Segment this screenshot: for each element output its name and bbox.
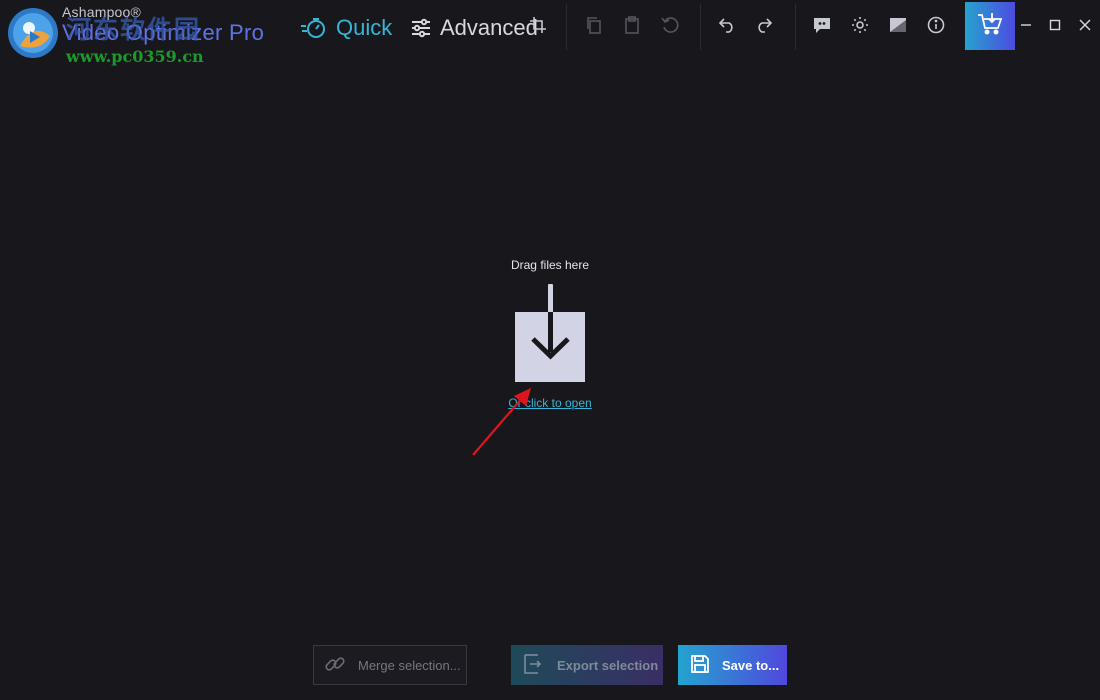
link-icon (324, 653, 346, 678)
toolbar-divider (795, 4, 796, 50)
sliders-icon (410, 18, 432, 38)
stopwatch-icon (300, 16, 328, 40)
export-icon (523, 653, 543, 677)
feedback-icon[interactable] (810, 12, 834, 38)
title-bar: Ashampoo® Video Optimizer Pro 河东软件园 www.… (0, 0, 1100, 66)
settings-icon[interactable] (848, 12, 872, 38)
watermark-text: 河东软件园 (66, 15, 202, 44)
save-to-button[interactable]: Save to... (678, 645, 787, 685)
minimize-icon[interactable] (1014, 12, 1038, 38)
crop-icon[interactable] (526, 12, 550, 38)
close-icon[interactable] (1073, 12, 1097, 38)
save-to-label: Save to... (722, 657, 780, 673)
advanced-mode-button[interactable]: Advanced (410, 12, 538, 44)
toolbar-divider (700, 4, 701, 50)
merge-selection-label: Merge selection... (358, 657, 461, 673)
drop-arrow-stem (548, 284, 553, 314)
copy-icon[interactable] (582, 12, 606, 38)
advanced-mode-label: Advanced (440, 15, 538, 40)
quick-mode-button[interactable]: Quick (300, 12, 392, 44)
floppy-disk-icon (690, 654, 710, 677)
cart-button[interactable] (965, 2, 1015, 50)
drag-files-label: Drag files here (510, 258, 590, 272)
redo-icon[interactable] (752, 12, 776, 38)
drop-target-icon[interactable] (515, 312, 585, 382)
quick-mode-label: Quick (336, 15, 393, 40)
watermark-url: www.pc0359.cn (66, 47, 204, 66)
export-selection-label: Export selection (557, 657, 659, 673)
paste-icon[interactable] (620, 12, 644, 38)
reset-icon[interactable] (658, 12, 682, 38)
export-selection-button[interactable]: Export selection (511, 645, 663, 685)
maximize-icon[interactable] (1043, 12, 1067, 38)
undo-icon[interactable] (715, 12, 739, 38)
image-icon[interactable] (886, 12, 910, 38)
toolbar-divider (566, 4, 567, 50)
merge-selection-button[interactable]: Merge selection... (313, 645, 467, 685)
app-logo-icon (6, 6, 62, 62)
annotation-arrow (466, 382, 536, 467)
info-icon[interactable] (924, 12, 948, 38)
cart-icon (977, 12, 1003, 41)
